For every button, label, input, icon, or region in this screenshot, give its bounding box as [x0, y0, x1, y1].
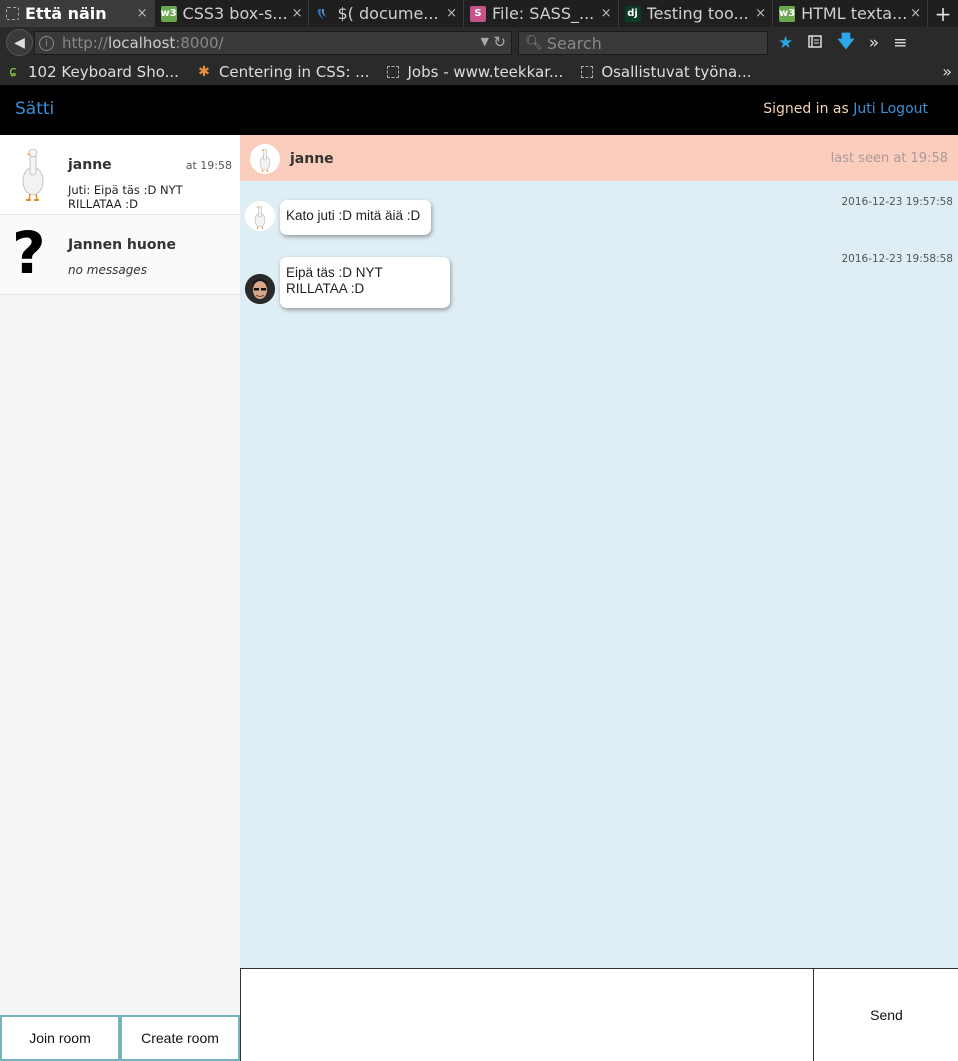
w3-icon: w3 [160, 5, 177, 22]
overflow-icon[interactable]: » [869, 33, 879, 53]
goose-icon [245, 201, 275, 231]
bookmark-item[interactable]: ✱ Centering in CSS: ... [191, 63, 376, 81]
room-sidebar: janne at 19:58 Juti: Eipä täs :D NYT RIL… [0, 135, 240, 1061]
toolbar-icons: ★ 🡇 » ≡ [778, 31, 907, 55]
room-list-item[interactable]: ? Jannen huone no messages [0, 215, 240, 295]
dashed-box-icon [387, 65, 400, 78]
back-button[interactable]: ◀ [6, 29, 33, 56]
last-seen-text: last seen at 19:58 [830, 151, 948, 166]
message-input[interactable] [241, 969, 814, 1061]
message-timestamp: 2016-12-23 19:57:58 [841, 196, 953, 208]
close-tab-icon[interactable]: × [137, 6, 148, 21]
dropdown-icon[interactable]: ▼ [481, 35, 489, 48]
app-header: Sätti Signed in as Juti Logout [0, 85, 958, 135]
bookmark-label: Osallistuvat työna... [601, 62, 752, 81]
tab-title: CSS3 box-s... [182, 4, 288, 23]
dashed-box-icon [581, 65, 594, 78]
star-icon[interactable]: ★ [778, 33, 793, 53]
dashed-box-icon [6, 7, 19, 20]
app-brand-link[interactable]: Sätti [15, 99, 54, 119]
bookmark-item[interactable]: Jobs - www.teekkar... [381, 63, 569, 81]
bookmark-label: Jobs - www.teekkar... [407, 62, 564, 81]
bookmark-label: Centering in CSS: ... [218, 62, 370, 81]
create-room-button[interactable]: Create room [120, 1015, 240, 1061]
search-bar[interactable]: 🔍︎ Search [518, 31, 768, 55]
browser-tab-bar: Että näin × w3 CSS3 box-s... × $( docume… [0, 0, 958, 27]
bookmark-item[interactable]: Osallistuvat työna... [575, 63, 757, 81]
logout-link[interactable]: Logout [880, 101, 928, 117]
menu-icon[interactable]: ≡ [893, 33, 907, 53]
plant-icon: ɕ [9, 63, 17, 80]
reload-icon[interactable]: ↻ [493, 33, 506, 51]
tab-title: File: SASS_... [492, 4, 595, 23]
sass-icon: S [470, 5, 487, 22]
django-icon: dj [624, 5, 641, 22]
w3-icon: w3 [779, 5, 795, 22]
bookmark-item[interactable]: ɕ 102 Keyboard Sho... [0, 63, 185, 81]
room-last-message: no messages [68, 263, 147, 277]
browser-tab[interactable]: $( docume... × [309, 0, 465, 27]
tab-title: $( docume... [337, 4, 439, 23]
sidebar-actions: Join room Create room [0, 1015, 240, 1061]
room-list-item[interactable]: janne at 19:58 Juti: Eipä täs :D NYT RIL… [0, 135, 240, 215]
user-photo-icon [245, 274, 275, 304]
bookmark-label: 102 Keyboard Sho... [28, 62, 179, 81]
close-tab-icon[interactable]: × [910, 6, 921, 21]
user-link[interactable]: Juti [853, 101, 875, 117]
url-host: localhost [107, 34, 176, 52]
info-icon[interactable]: i [39, 35, 54, 51]
room-last-time: at 19:58 [185, 159, 232, 172]
new-tab-button[interactable]: + [928, 0, 958, 27]
close-tab-icon[interactable]: × [292, 6, 303, 21]
room-last-message: Juti: Eipä täs :D NYT RILLATAA :D [68, 183, 183, 211]
signed-in-label: Signed in as [763, 101, 849, 117]
download-icon[interactable]: 🡇 [837, 29, 854, 58]
browser-tab[interactable]: w3 CSS3 box-s... × [155, 0, 310, 27]
tab-title: Että näin [25, 4, 107, 23]
close-tab-icon[interactable]: × [601, 6, 612, 21]
goose-icon [250, 144, 280, 174]
message-timestamp: 2016-12-23 19:58:58 [841, 253, 953, 265]
chat-panel: janne last seen at 19:58 2016-12-23 19:5… [240, 135, 958, 968]
close-tab-icon[interactable]: × [446, 6, 457, 21]
browser-tab[interactable]: S File: SASS_... × [464, 0, 619, 27]
room-name: janne [68, 157, 112, 173]
message-bubble: Eipä täs :D NYT RILLATAA :D [280, 257, 450, 308]
goose-icon [18, 147, 48, 203]
question-mark-icon: ? [12, 219, 46, 287]
url-suffix: :8000/ [175, 34, 224, 52]
asterisk-icon: ✱ [198, 63, 210, 80]
back-arrow-icon: ◀ [14, 34, 25, 51]
chat-partner-name: janne [290, 151, 334, 167]
browser-tab[interactable]: w3 HTML texta... × [773, 0, 929, 27]
url-bar[interactable]: i http://localhost:8000/ ▼ ↻ [34, 31, 512, 55]
bookmarks-overflow-button[interactable]: » [942, 62, 958, 81]
search-icon: 🔍︎ [525, 35, 543, 51]
send-button[interactable]: Send [815, 969, 958, 1061]
bookmarks-bar: ɕ 102 Keyboard Sho... ✱ Centering in CSS… [0, 58, 958, 85]
browser-tab[interactable]: dj Testing too... × [619, 0, 774, 27]
room-name: Jannen huone [68, 237, 176, 253]
message-composer: Send [240, 968, 958, 1061]
tab-title: HTML texta... [801, 4, 907, 23]
signed-in-status: Signed in as Juti Logout [763, 101, 928, 117]
chat-header: janne last seen at 19:58 [240, 135, 958, 181]
url-prefix: http:// [62, 34, 108, 52]
jquery-icon [315, 6, 331, 22]
browser-nav-bar: ◀ i http://localhost:8000/ ▼ ↻ 🔍︎ Search… [0, 27, 958, 58]
search-placeholder: Search [546, 33, 602, 53]
browser-tab[interactable]: Että näin × [0, 0, 155, 27]
close-tab-icon[interactable]: × [755, 6, 766, 21]
message-bubble: Kato juti :D mitä äiä :D [280, 200, 431, 235]
join-room-button[interactable]: Join room [0, 1015, 120, 1061]
tab-title: Testing too... [646, 4, 749, 23]
reading-list-icon[interactable] [807, 33, 823, 54]
